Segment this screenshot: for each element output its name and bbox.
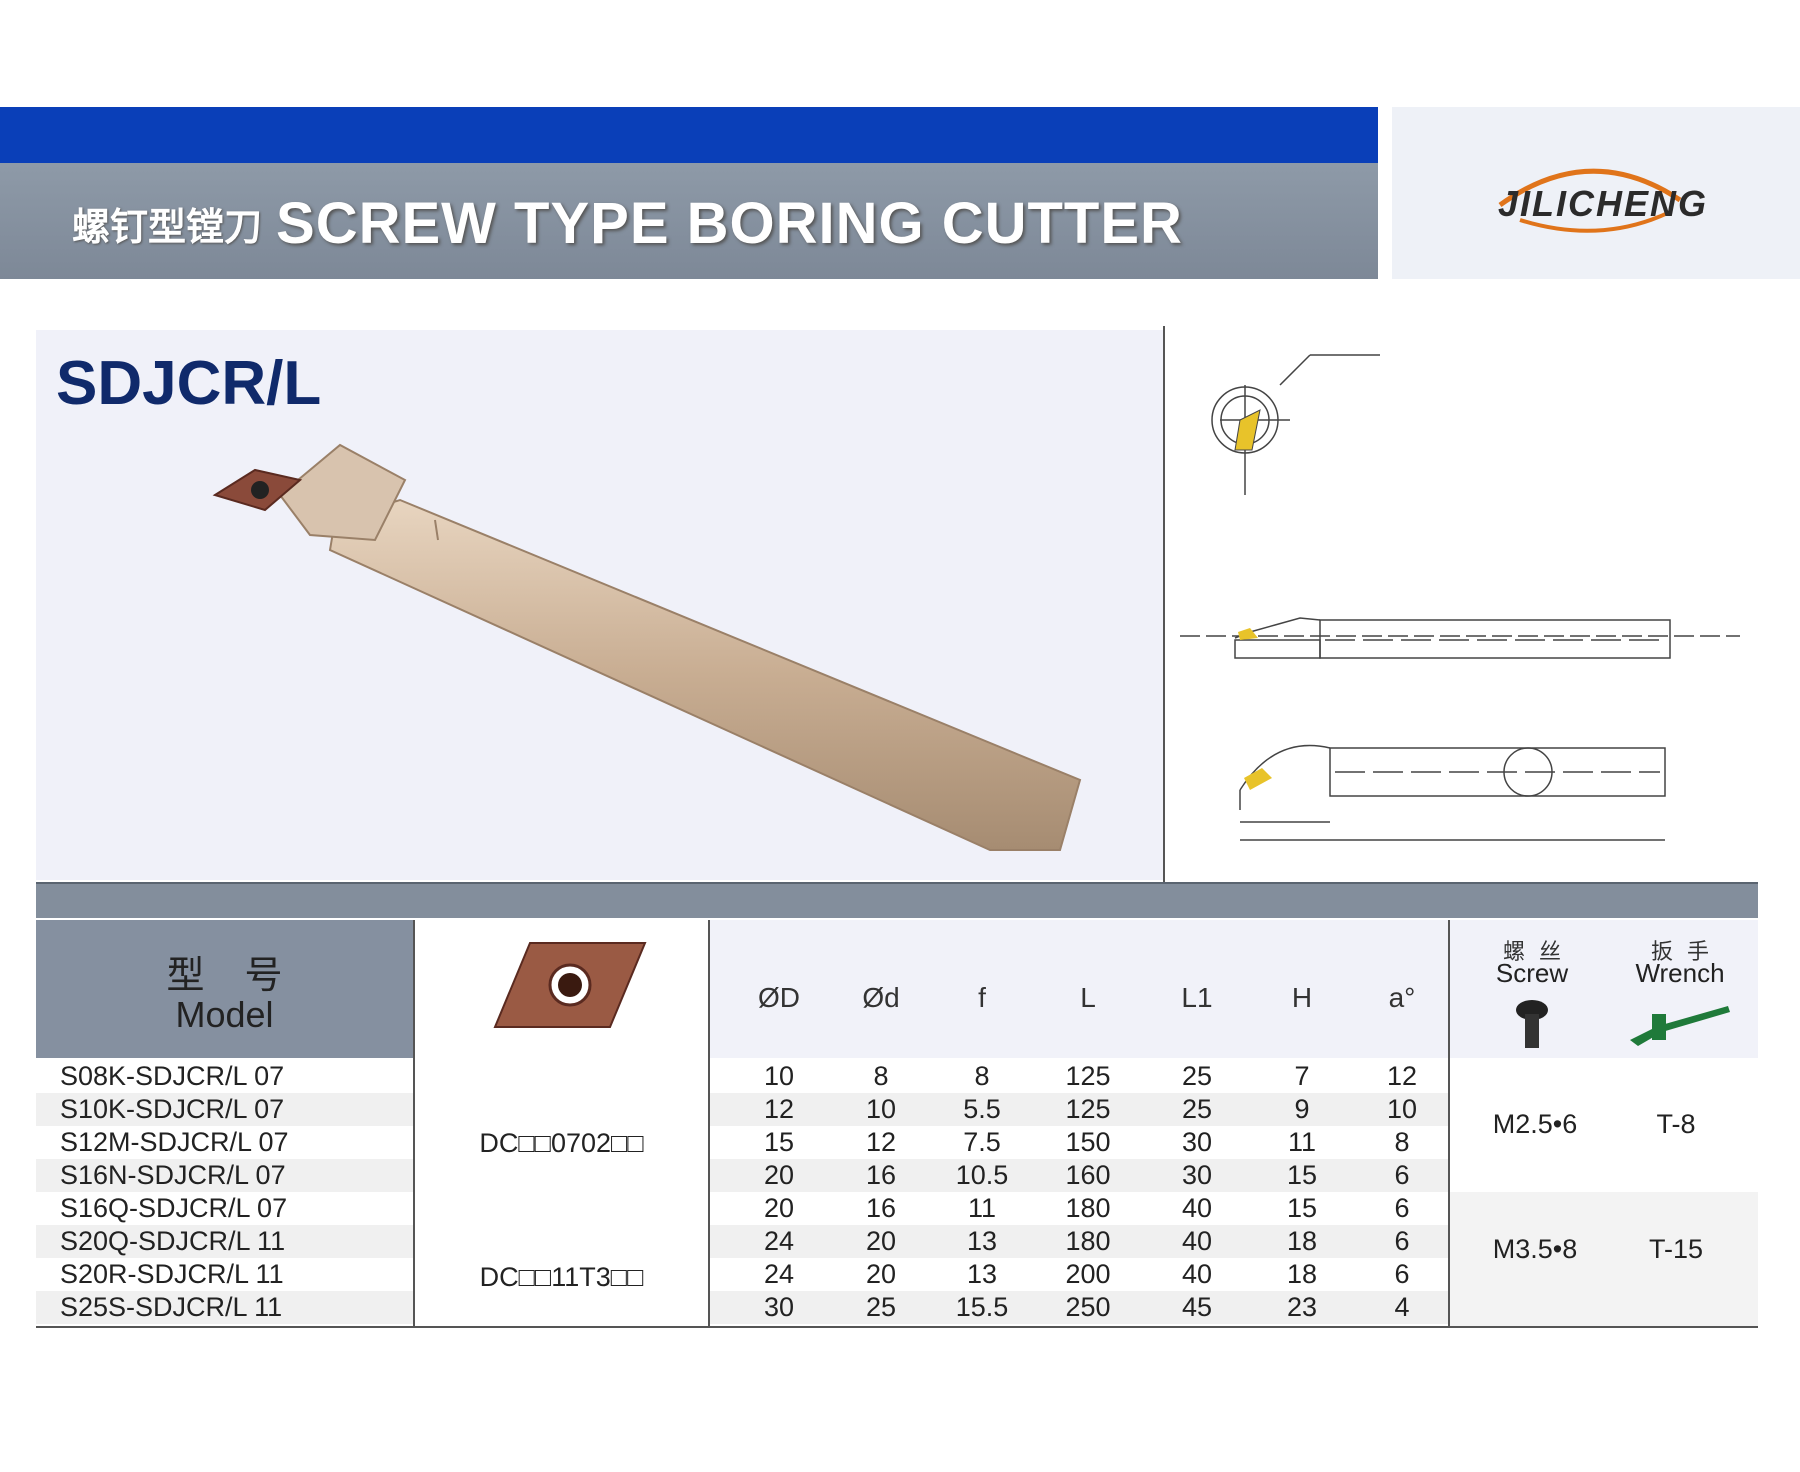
page-title-cn: 螺钉型镗刀	[72, 206, 263, 249]
row-L1: 40	[1181, 1226, 1213, 1256]
row-a: 10	[1386, 1094, 1418, 1124]
row-D: 12	[763, 1094, 795, 1124]
row-a: 6	[1394, 1193, 1410, 1223]
row-D: 10	[763, 1061, 795, 1091]
row-H: 18	[1286, 1226, 1318, 1256]
row-H: 15	[1286, 1160, 1318, 1190]
row-model: S25S-SDJCR/L 11	[60, 1292, 283, 1322]
row-f: 8	[974, 1061, 990, 1091]
row-L: 200	[1065, 1259, 1111, 1289]
panel-divider	[1163, 326, 1165, 882]
row-model: S10K-SDJCR/L 07	[60, 1094, 285, 1124]
row-f: 13	[966, 1259, 998, 1289]
row-L1: 30	[1181, 1127, 1213, 1157]
col-header-d: Ød	[862, 982, 900, 1013]
table-top-band	[36, 882, 1758, 918]
page-title-en: SCREW TYPE BORING CUTTER	[276, 190, 1183, 256]
col-header-f: f	[978, 982, 986, 1013]
row-D: 30	[763, 1292, 795, 1322]
row-H: 11	[1287, 1127, 1317, 1157]
row-D: 15	[763, 1127, 795, 1157]
header-screw-en: Screw	[1495, 958, 1569, 988]
row-model: S16N-SDJCR/L 07	[60, 1160, 286, 1190]
screw-icon	[1516, 1000, 1548, 1048]
row-d: 8	[873, 1061, 889, 1091]
insert-icon	[493, 942, 647, 1028]
row-model: S12M-SDJCR/L 07	[60, 1127, 289, 1157]
col-header-a: a°	[1388, 982, 1416, 1013]
row-D: 24	[763, 1226, 795, 1256]
row-L1: 25	[1181, 1094, 1213, 1124]
row-L: 125	[1065, 1094, 1111, 1124]
row-model: S08K-SDJCR/L 07	[60, 1061, 285, 1091]
row-d: 10	[865, 1094, 897, 1124]
row-L: 150	[1065, 1127, 1111, 1157]
row-H: 23	[1286, 1292, 1318, 1322]
row-a: 6	[1394, 1259, 1410, 1289]
col-header-H: H	[1291, 982, 1313, 1013]
row-f: 15.5	[955, 1292, 1009, 1322]
row-d: 20	[865, 1226, 897, 1256]
table-bottom-border	[36, 1326, 1758, 1328]
wrench-group-1: T-8	[1656, 1109, 1696, 1139]
technical-drawing	[1180, 354, 1740, 841]
row-D: 20	[763, 1193, 795, 1223]
row-d: 25	[865, 1292, 897, 1322]
row-H: 9	[1294, 1094, 1310, 1124]
row-L1: 45	[1181, 1292, 1213, 1322]
row-L: 180	[1065, 1193, 1111, 1223]
wrench-group-2: T-15	[1648, 1234, 1704, 1264]
row-f: 11	[967, 1193, 997, 1223]
product-code: SDJCR/L	[56, 349, 322, 418]
row-H: 18	[1286, 1259, 1318, 1289]
row-L: 180	[1065, 1226, 1111, 1256]
row-H: 15	[1286, 1193, 1318, 1223]
row-f: 13	[966, 1226, 998, 1256]
row-model: S20Q-SDJCR/L 11	[60, 1226, 286, 1256]
row-a: 8	[1394, 1127, 1410, 1157]
boring-bar-image	[212, 443, 1082, 851]
table-divider	[1448, 1058, 1450, 1328]
row-D: 24	[763, 1259, 795, 1289]
table-divider	[708, 1058, 710, 1328]
page-title: 螺钉型镗刀 SCREW TYPE BORING CUTTER	[72, 188, 1183, 258]
header-model-cn: 型号	[166, 955, 323, 997]
row-d: 16	[865, 1193, 897, 1223]
row-a: 12	[1386, 1061, 1418, 1091]
col-header-L1: L1	[1181, 982, 1213, 1013]
row-L: 250	[1065, 1292, 1111, 1322]
row-d: 12	[865, 1127, 897, 1157]
row-L1: 30	[1181, 1160, 1213, 1190]
row-a: 4	[1394, 1292, 1410, 1322]
row-L1: 40	[1181, 1259, 1213, 1289]
col-header-L: L	[1080, 982, 1096, 1013]
insert-group-0702: DC□□0702□□	[479, 1128, 644, 1158]
insert-group-11T3: DC□□11T3□□	[479, 1262, 644, 1292]
wrench-icon	[1630, 1006, 1730, 1046]
row-a: 6	[1394, 1160, 1410, 1190]
row-d: 16	[865, 1160, 897, 1190]
row-D: 20	[763, 1160, 795, 1190]
table-divider	[413, 1058, 415, 1328]
row-L1: 40	[1181, 1193, 1213, 1223]
row-f: 7.5	[963, 1127, 1001, 1157]
row-L1: 25	[1181, 1061, 1213, 1091]
row-model: S20R-SDJCR/L 11	[60, 1259, 284, 1289]
row-f: 10.5	[955, 1160, 1009, 1190]
row-f: 5.5	[963, 1094, 1001, 1124]
row-d: 20	[865, 1259, 897, 1289]
header-model-en: Model	[175, 994, 274, 1035]
screw-group-2: M3.5•8	[1492, 1234, 1578, 1264]
row-model: S16Q-SDJCR/L 07	[60, 1193, 288, 1223]
row-H: 7	[1294, 1061, 1310, 1091]
col-header-D: ØD	[758, 982, 800, 1013]
row-L: 125	[1065, 1061, 1111, 1091]
screw-group-1: M2.5•6	[1492, 1109, 1578, 1139]
row-a: 6	[1394, 1226, 1410, 1256]
logo-text: JILICHENG	[1498, 183, 1709, 224]
row-L: 160	[1065, 1160, 1111, 1190]
header-blue-bar	[0, 107, 1378, 163]
header-wrench-en: Wrench	[1635, 958, 1725, 988]
